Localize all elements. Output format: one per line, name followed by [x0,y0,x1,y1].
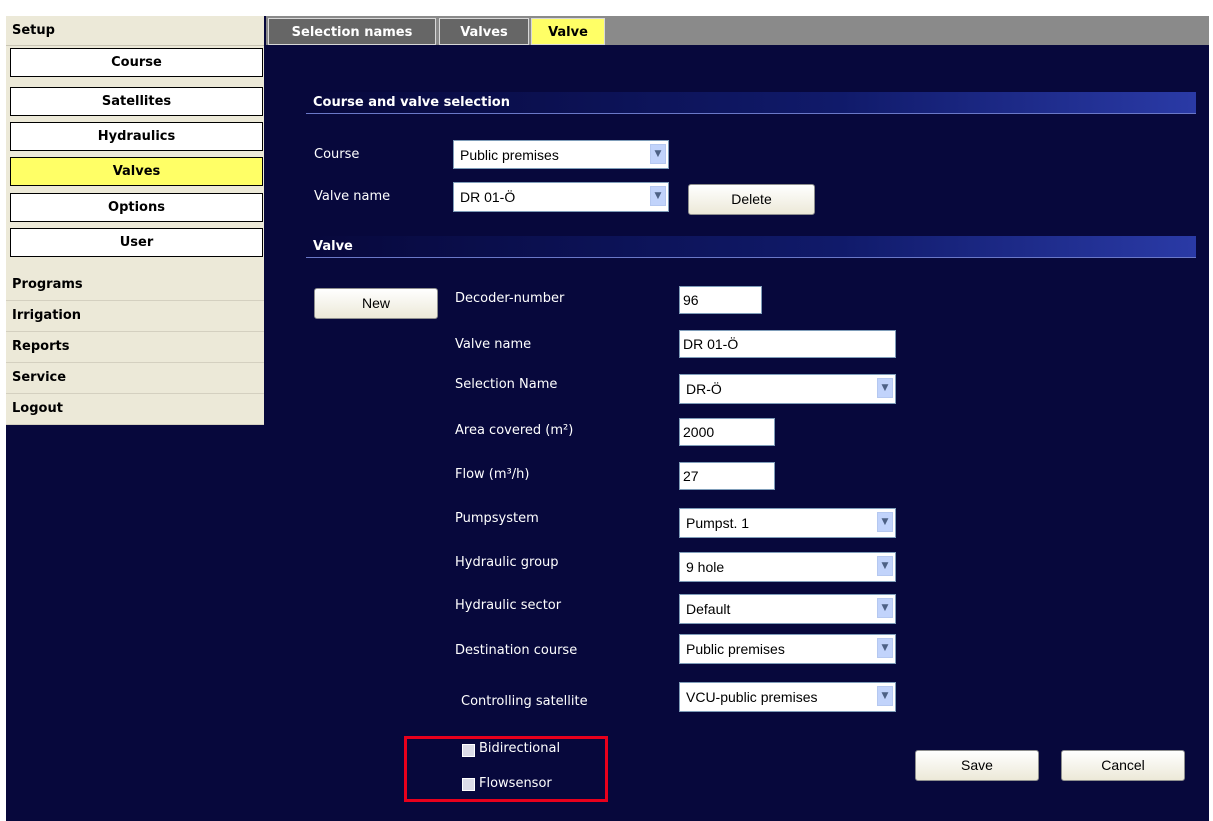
controlling-satellite-label: Controlling satellite [461,694,588,709]
hydraulic-group-select[interactable]: 9 hole ▼ [679,552,896,582]
chevron-down-icon[interactable]: ▼ [650,144,666,164]
area-covered-label: Area covered (m²) [455,423,574,438]
selection-name-select-value: DR-Ö [686,381,722,397]
valve-name-select-value: DR 01-Ö [460,189,516,205]
sidebar: Setup Course Satellites Hydraulics Valve… [6,16,264,425]
area-covered-input[interactable]: 2000 [679,418,775,446]
pumpsystem-label: Pumpsystem [455,511,539,526]
tab-valve[interactable]: Valve [531,18,605,45]
hydraulic-group-label: Hydraulic group [455,555,559,570]
sidebar-item-setup[interactable]: Setup [6,16,264,46]
selection-name-label: Selection Name [455,377,558,392]
new-button[interactable]: New [314,288,438,319]
hydraulic-group-select-value: 9 hole [686,559,725,575]
pumpsystem-select-value: Pumpst. 1 [686,515,750,531]
flow-input[interactable]: 27 [679,462,775,490]
chevron-down-icon[interactable]: ▼ [650,186,666,206]
chevron-down-icon[interactable]: ▼ [877,556,893,576]
course-label: Course [314,147,360,162]
flow-label: Flow (m³/h) [455,467,530,482]
sidebar-item-satellites[interactable]: Satellites [10,87,263,116]
sidebar-item-irrigation[interactable]: Irrigation [6,301,264,332]
hydraulic-sector-select-value: Default [686,601,731,617]
save-button[interactable]: Save [915,750,1039,781]
pumpsystem-select[interactable]: Pumpst. 1 ▼ [679,508,896,538]
hydraulic-sector-label: Hydraulic sector [455,598,562,613]
tab-selection-names[interactable]: Selection names [268,18,436,45]
chevron-down-icon[interactable]: ▼ [877,686,893,706]
decoder-number-input[interactable]: 96 [679,286,762,314]
valve-name-select-label: Valve name [314,189,391,204]
chevron-down-icon[interactable]: ▼ [877,638,893,658]
destination-course-label: Destination course [455,643,578,658]
valve-name-select[interactable]: DR 01-Ö ▼ [453,182,669,212]
course-select[interactable]: Public premises ▼ [453,140,669,169]
controlling-satellite-select-value: VCU-public premises [686,689,818,705]
tab-valves[interactable]: Valves [439,18,529,45]
section-header-course-valve-selection: Course and valve selection [306,92,1196,114]
destination-course-select[interactable]: Public premises ▼ [679,634,896,664]
sidebar-item-logout[interactable]: Logout [6,394,264,425]
chevron-down-icon[interactable]: ▼ [877,598,893,618]
decoder-number-label: Decoder-number [455,291,565,306]
sidebar-item-valves[interactable]: Valves [10,157,263,186]
cancel-button[interactable]: Cancel [1061,750,1185,781]
chevron-down-icon[interactable]: ▼ [877,512,893,532]
controlling-satellite-select[interactable]: VCU-public premises ▼ [679,682,896,712]
destination-course-select-value: Public premises [686,641,785,657]
valve-name-input[interactable]: DR 01-Ö [679,330,896,358]
selection-name-select[interactable]: DR-Ö ▼ [679,374,896,404]
sidebar-item-course[interactable]: Course [10,48,263,77]
annotation-highlight-box [404,736,608,802]
hydraulic-sector-select[interactable]: Default ▼ [679,594,896,624]
chevron-down-icon[interactable]: ▼ [877,378,893,398]
sidebar-item-programs[interactable]: Programs [6,270,264,301]
section-header-valve: Valve [306,236,1196,258]
course-select-value: Public premises [460,147,559,163]
sidebar-item-hydraulics[interactable]: Hydraulics [10,122,263,151]
valve-name-label: Valve name [455,337,532,352]
sidebar-item-reports[interactable]: Reports [6,332,264,363]
sidebar-item-options[interactable]: Options [10,193,263,222]
sidebar-item-service[interactable]: Service [6,363,264,394]
delete-button[interactable]: Delete [688,184,815,215]
sidebar-item-user[interactable]: User [10,228,263,257]
